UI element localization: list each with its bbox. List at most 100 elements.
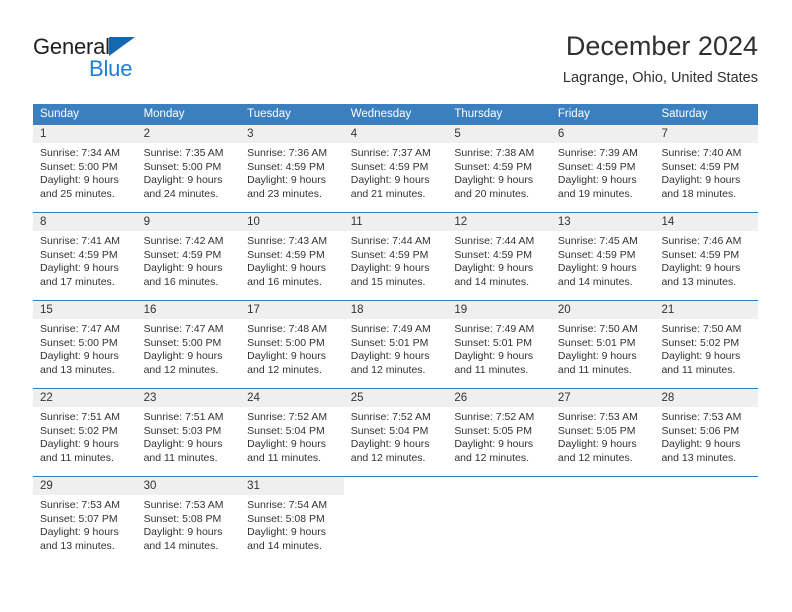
daylight-text: Daylight: 9 hours (661, 350, 741, 363)
calendar-day-cell[interactable]: 5 Sunrise: 7:38 AM Sunset: 4:59 PM Daylight… (447, 125, 551, 212)
day-number-band: 20 (550, 301, 655, 319)
sunrise-text: Sunrise: 7:50 AM (557, 323, 638, 335)
calendar-day-cell[interactable]: 30 Sunrise: 7:53 AM Sunset: 5:08 PM Dayligh… (136, 477, 241, 564)
sunrise-text: Sunrise: 7:44 AM (454, 235, 535, 247)
calendar-day-cell[interactable]: 4 Sunrise: 7:37 AM Sunset: 4:59 PM Daylight… (343, 125, 448, 212)
day-number-band: 21 (654, 301, 759, 319)
sunset-text: Sunset: 5:05 PM (454, 424, 532, 437)
day-detail-lines: Sunrise: 7:49 AM Sunset: 5:01 PM Daylight:… (344, 319, 448, 377)
sunrise-text: Sunrise: 7:54 AM (247, 499, 328, 511)
calendar-day-cell[interactable]: 14 Sunrise: 7:46 AM Sunset: 4:59 PM Dayligh… (654, 213, 759, 300)
day-number-band: 31 (240, 477, 344, 495)
day-number-band: 16 (136, 301, 241, 319)
calendar-day-cell[interactable]: 8 Sunrise: 7:41 AM Sunset: 4:59 PM Daylight… (33, 213, 137, 300)
day-detail-lines: Sunrise: 7:51 AM Sunset: 5:03 PM Daylight:… (137, 407, 241, 465)
day-detail-lines: Sunrise: 7:41 AM Sunset: 4:59 PM Daylight:… (33, 231, 137, 289)
day-number: 10 (247, 216, 260, 228)
calendar-day-cell[interactable]: 17 Sunrise: 7:48 AM Sunset: 5:00 PM Dayligh… (240, 301, 344, 388)
day-number-band: 8 (33, 213, 137, 231)
calendar-day-cell-empty (654, 477, 759, 564)
calendar-day-cell[interactable]: 20 Sunrise: 7:50 AM Sunset: 5:01 PM Dayligh… (550, 301, 655, 388)
daylight-text: Daylight: 9 hours (454, 262, 534, 275)
daylight-text: Daylight: 9 hours (143, 262, 223, 275)
day-detail-lines (551, 495, 655, 499)
calendar-week-row: 8 Sunrise: 7:41 AM Sunset: 4:59 PM Daylight… (33, 212, 759, 300)
daylight-text: Daylight: 9 hours (40, 262, 119, 275)
sunset-text: Sunset: 4:59 PM (557, 160, 636, 173)
day-number-band: 12 (447, 213, 551, 231)
calendar-day-cell[interactable]: 10 Sunrise: 7:43 AM Sunset: 4:59 PM Dayligh… (240, 213, 344, 300)
sunrise-text: Sunrise: 7:50 AM (661, 323, 742, 335)
calendar-day-cell[interactable]: 23 Sunrise: 7:51 AM Sunset: 5:03 PM Dayligh… (136, 389, 241, 476)
calendar-day-cell[interactable]: 3 Sunrise: 7:36 AM Sunset: 4:59 PM Daylight… (240, 125, 344, 212)
sunrise-text: Sunrise: 7:35 AM (143, 147, 224, 159)
day-number-band: 25 (343, 389, 448, 407)
sunset-text: Sunset: 4:59 PM (661, 160, 740, 173)
calendar-day-cell[interactable]: 31 Sunrise: 7:54 AM Sunset: 5:08 PM Dayligh… (240, 477, 344, 564)
day-number-band: 15 (33, 301, 137, 319)
day-detail-lines: Sunrise: 7:52 AM Sunset: 5:05 PM Daylight:… (447, 407, 551, 465)
daylight-text: and 16 minutes. (247, 275, 322, 288)
calendar-day-cell[interactable]: 25 Sunrise: 7:52 AM Sunset: 5:04 PM Dayligh… (343, 389, 448, 476)
sunset-text: Sunset: 5:00 PM (40, 160, 118, 173)
daylight-text: and 15 minutes. (350, 275, 426, 288)
page-title: December 2024 (565, 31, 758, 61)
calendar-day-cell[interactable]: 29 Sunrise: 7:53 AM Sunset: 5:07 PM Dayligh… (33, 477, 137, 564)
day-detail-lines: Sunrise: 7:47 AM Sunset: 5:00 PM Daylight:… (33, 319, 137, 377)
daylight-text: and 14 minutes. (143, 539, 219, 552)
day-detail-lines: Sunrise: 7:50 AM Sunset: 5:02 PM Daylight:… (654, 319, 758, 377)
sunset-text: Sunset: 5:03 PM (143, 424, 222, 437)
day-detail-lines: Sunrise: 7:51 AM Sunset: 5:02 PM Daylight:… (33, 407, 137, 465)
sunrise-text: Sunrise: 7:44 AM (350, 235, 431, 247)
day-number: 29 (40, 480, 53, 492)
calendar-day-cell[interactable]: 6 Sunrise: 7:39 AM Sunset: 4:59 PM Daylight… (550, 125, 655, 212)
sunset-text: Sunset: 5:08 PM (143, 512, 222, 525)
sunrise-text: Sunrise: 7:47 AM (143, 323, 224, 335)
calendar-day-cell[interactable]: 24 Sunrise: 7:52 AM Sunset: 5:04 PM Dayligh… (240, 389, 344, 476)
day-number: 6 (557, 128, 565, 140)
calendar-week-row: 22 Sunrise: 7:51 AM Sunset: 5:02 PM Dayligh… (33, 388, 759, 476)
sunset-text: Sunset: 4:59 PM (40, 248, 118, 261)
day-number-band: 7 (654, 125, 759, 143)
calendar-day-cell[interactable]: 2 Sunrise: 7:35 AM Sunset: 5:00 PM Daylight… (136, 125, 241, 212)
day-number: 27 (557, 392, 571, 404)
day-detail-lines: Sunrise: 7:49 AM Sunset: 5:01 PM Daylight:… (447, 319, 551, 377)
calendar-day-cell[interactable]: 15 Sunrise: 7:47 AM Sunset: 5:00 PM Dayligh… (33, 301, 137, 388)
day-detail-lines: Sunrise: 7:44 AM Sunset: 4:59 PM Daylight:… (447, 231, 551, 289)
sunrise-text: Sunrise: 7:52 AM (454, 411, 535, 423)
sunset-text: Sunset: 5:00 PM (143, 336, 222, 349)
day-number: 25 (350, 392, 364, 404)
sunset-text: Sunset: 5:00 PM (247, 336, 325, 349)
calendar-day-cell[interactable]: 22 Sunrise: 7:51 AM Sunset: 5:02 PM Dayligh… (33, 389, 137, 476)
day-number-band: 22 (33, 389, 137, 407)
calendar-day-cell[interactable]: 28 Sunrise: 7:53 AM Sunset: 5:06 PM Dayligh… (654, 389, 759, 476)
daylight-text: and 23 minutes. (247, 187, 322, 200)
calendar-day-cell[interactable]: 11 Sunrise: 7:44 AM Sunset: 4:59 PM Dayligh… (343, 213, 448, 300)
calendar-day-cell[interactable]: 19 Sunrise: 7:49 AM Sunset: 5:01 PM Dayligh… (447, 301, 551, 388)
sunset-text: Sunset: 5:01 PM (454, 336, 532, 349)
calendar-day-cell[interactable]: 12 Sunrise: 7:44 AM Sunset: 4:59 PM Dayligh… (447, 213, 551, 300)
calendar-day-cell[interactable]: 27 Sunrise: 7:53 AM Sunset: 5:05 PM Dayligh… (550, 389, 655, 476)
day-number: 20 (557, 304, 571, 316)
sunrise-text: Sunrise: 7:43 AM (247, 235, 328, 247)
sunset-text: Sunset: 5:07 PM (40, 512, 118, 525)
logo-text-blue: Blue (89, 56, 133, 81)
day-detail-lines: Sunrise: 7:48 AM Sunset: 5:00 PM Daylight:… (240, 319, 344, 377)
calendar-day-cell[interactable]: 9 Sunrise: 7:42 AM Sunset: 4:59 PM Daylight… (136, 213, 241, 300)
day-number: 14 (661, 216, 675, 228)
calendar-day-cell[interactable]: 26 Sunrise: 7:52 AM Sunset: 5:05 PM Dayligh… (447, 389, 551, 476)
daylight-text: Daylight: 9 hours (557, 438, 637, 451)
weekday-header-monday: Monday (143, 108, 185, 120)
day-detail-lines (344, 495, 448, 499)
daylight-text: Daylight: 9 hours (143, 174, 223, 187)
day-number: 30 (143, 480, 157, 492)
day-detail-lines: Sunrise: 7:47 AM Sunset: 5:00 PM Daylight:… (137, 319, 241, 377)
calendar-day-cell[interactable]: 13 Sunrise: 7:45 AM Sunset: 4:59 PM Dayligh… (550, 213, 655, 300)
calendar-day-cell[interactable]: 18 Sunrise: 7:49 AM Sunset: 5:01 PM Dayligh… (343, 301, 448, 388)
daylight-text: Daylight: 9 hours (661, 174, 741, 187)
calendar-day-cell[interactable]: 1 Sunrise: 7:34 AM Sunset: 5:00 PM Daylight… (33, 125, 137, 212)
calendar-day-cell[interactable]: 21 Sunrise: 7:50 AM Sunset: 5:02 PM Dayligh… (654, 301, 759, 388)
calendar-day-cell[interactable]: 16 Sunrise: 7:47 AM Sunset: 5:00 PM Dayligh… (136, 301, 241, 388)
calendar-day-cell[interactable]: 7 Sunrise: 7:40 AM Sunset: 4:59 PM Daylight… (654, 125, 759, 212)
day-detail-lines (447, 495, 551, 499)
